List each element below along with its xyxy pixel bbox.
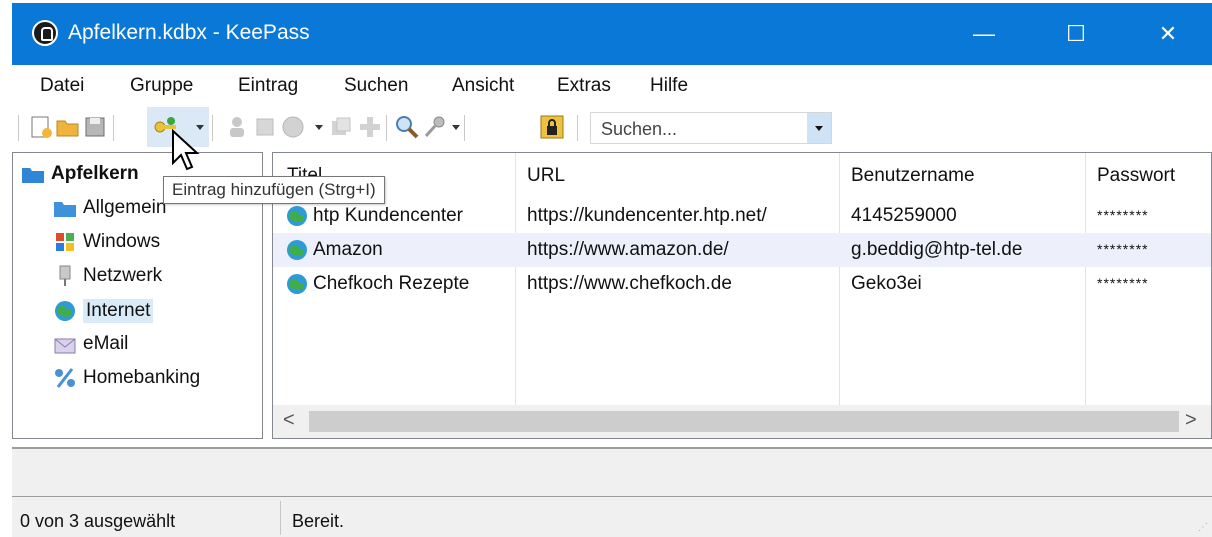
column-header-passwort[interactable]: Passwort (1097, 165, 1175, 187)
toolbar-separator (577, 115, 578, 141)
entry-title: Amazon (313, 239, 383, 260)
minimize-button[interactable]: — (938, 3, 1030, 65)
tree-root-label: Apfelkern (51, 163, 139, 184)
entry-username: Geko3ei (851, 273, 922, 294)
mail-icon (54, 338, 76, 354)
menu-extras[interactable]: Extras (557, 75, 611, 97)
keepass-lock-icon (32, 20, 58, 46)
toolbar-separator (212, 115, 213, 141)
menu-gruppe[interactable]: Gruppe (130, 75, 193, 97)
search-dropdown-icon[interactable] (807, 113, 831, 143)
title-bar: Apfelkern.kdbx - KeePass — ☐ ✕ (12, 3, 1212, 65)
horizontal-scrollbar[interactable]: < > (273, 405, 1211, 438)
toolbar-separator (464, 115, 465, 141)
ready-status: Bereit. (292, 511, 345, 531)
globe-icon (287, 274, 307, 294)
globe-icon (287, 240, 307, 260)
status-divider (280, 501, 281, 535)
search-input[interactable]: Suchen... (601, 119, 677, 140)
column-header-benutzername[interactable]: Benutzername (851, 165, 975, 187)
table-row[interactable]: Amazon https://www.amazon.de/ g.beddig@h… (273, 233, 1211, 267)
entry-title: Chefkoch Rezepte (313, 273, 470, 294)
new-database-icon[interactable] (28, 114, 54, 140)
tree-item-label: eMail (83, 333, 129, 354)
entry-password: ******** (1097, 275, 1149, 291)
toolbar-grip (18, 115, 19, 141)
entry-password: ******** (1097, 241, 1149, 257)
tree-item-windows[interactable]: Windows (53, 231, 160, 253)
toolbar-separator (113, 115, 114, 141)
menu-ansicht[interactable]: Ansicht (452, 75, 514, 97)
column-header-url[interactable]: URL (527, 165, 565, 187)
tree-item-label: Internet (83, 299, 154, 323)
folder-icon (54, 202, 76, 217)
tree-item-internet[interactable]: Internet (53, 299, 154, 323)
tree-item-label: Netzwerk (83, 265, 163, 286)
tree-item-email[interactable]: eMail (53, 333, 128, 355)
entry-password: ******** (1097, 207, 1149, 223)
menu-datei[interactable]: Datei (40, 75, 84, 97)
globe-icon (55, 301, 75, 321)
tree-item-homebanking[interactable]: Homebanking (53, 367, 200, 389)
table-row[interactable]: htp Kundencenter https://kundencenter.ht… (273, 199, 1211, 233)
copy-entry-icon[interactable] (328, 114, 354, 140)
menu-hilfe[interactable]: Hilfe (650, 75, 688, 97)
entry-title: htp Kundencenter (313, 205, 464, 226)
entry-view-panel (12, 447, 1212, 497)
resize-grip-icon[interactable]: ⋰ (1198, 522, 1208, 533)
open-url-dropdown-icon[interactable] (315, 125, 323, 130)
show-entries-dropdown-icon[interactable] (452, 125, 460, 130)
entry-username: g.beddig@htp-tel.de (851, 239, 1023, 260)
lock-workspace-icon[interactable] (539, 114, 565, 140)
tree-item-label: Allgemein (83, 197, 167, 218)
copy-password-icon[interactable] (252, 114, 278, 140)
maximize-button[interactable]: ☐ (1030, 3, 1122, 65)
folder-icon (22, 168, 44, 183)
close-button[interactable]: ✕ (1122, 3, 1212, 65)
globe-icon (287, 206, 307, 226)
open-folder-icon[interactable] (55, 114, 81, 140)
selection-status: 0 von 3 ausgewählt (20, 511, 176, 531)
menu-eintrag[interactable]: Eintrag (238, 75, 298, 97)
open-url-icon[interactable] (280, 114, 306, 140)
scroll-right-icon[interactable]: > (1185, 409, 1197, 432)
add-entry-tooltip: Eintrag hinzufügen (Strg+I) (163, 176, 385, 204)
entry-url: https://kundencenter.htp.net/ (527, 205, 767, 226)
show-entries-key-icon[interactable] (422, 114, 448, 140)
tree-item-netzwerk[interactable]: Netzwerk (53, 265, 162, 287)
quick-search-box[interactable]: Suchen... (590, 112, 832, 144)
percent-icon (55, 368, 75, 388)
tree-item-allgemein[interactable]: Allgemein (53, 197, 166, 219)
tree-item-label: Homebanking (83, 367, 201, 388)
tree-root-apfelkern[interactable]: Apfelkern (21, 163, 139, 185)
scrollbar-thumb[interactable] (309, 411, 1179, 432)
scroll-left-icon[interactable]: < (283, 409, 295, 432)
network-icon (59, 265, 71, 286)
entry-url: https://www.amazon.de/ (527, 239, 729, 260)
save-icon[interactable] (82, 114, 108, 140)
entry-username: 4145259000 (851, 205, 957, 226)
entry-url: https://www.chefkoch.de (527, 273, 732, 294)
copy-username-icon[interactable] (224, 114, 250, 140)
window-title: Apfelkern.kdbx - KeePass (68, 21, 310, 44)
windows-icon (56, 233, 74, 251)
tree-item-label: Windows (83, 231, 161, 252)
entry-list: Titel URL Benutzername Passwort htp Kund… (272, 152, 1212, 439)
menu-bar: Datei Gruppe Eintrag Suchen Ansicht Extr… (12, 65, 1212, 105)
mouse-cursor-icon (172, 129, 200, 171)
table-row[interactable]: Chefkoch Rezepte https://www.chefkoch.de… (273, 267, 1211, 301)
find-magnifier-icon[interactable] (394, 114, 420, 140)
menu-suchen[interactable]: Suchen (344, 75, 408, 97)
status-bar: 0 von 3 ausgewählt Bereit. ⋰ (12, 497, 1212, 537)
perform-auto-type-icon[interactable] (357, 114, 383, 140)
toolbar-separator (386, 115, 387, 141)
